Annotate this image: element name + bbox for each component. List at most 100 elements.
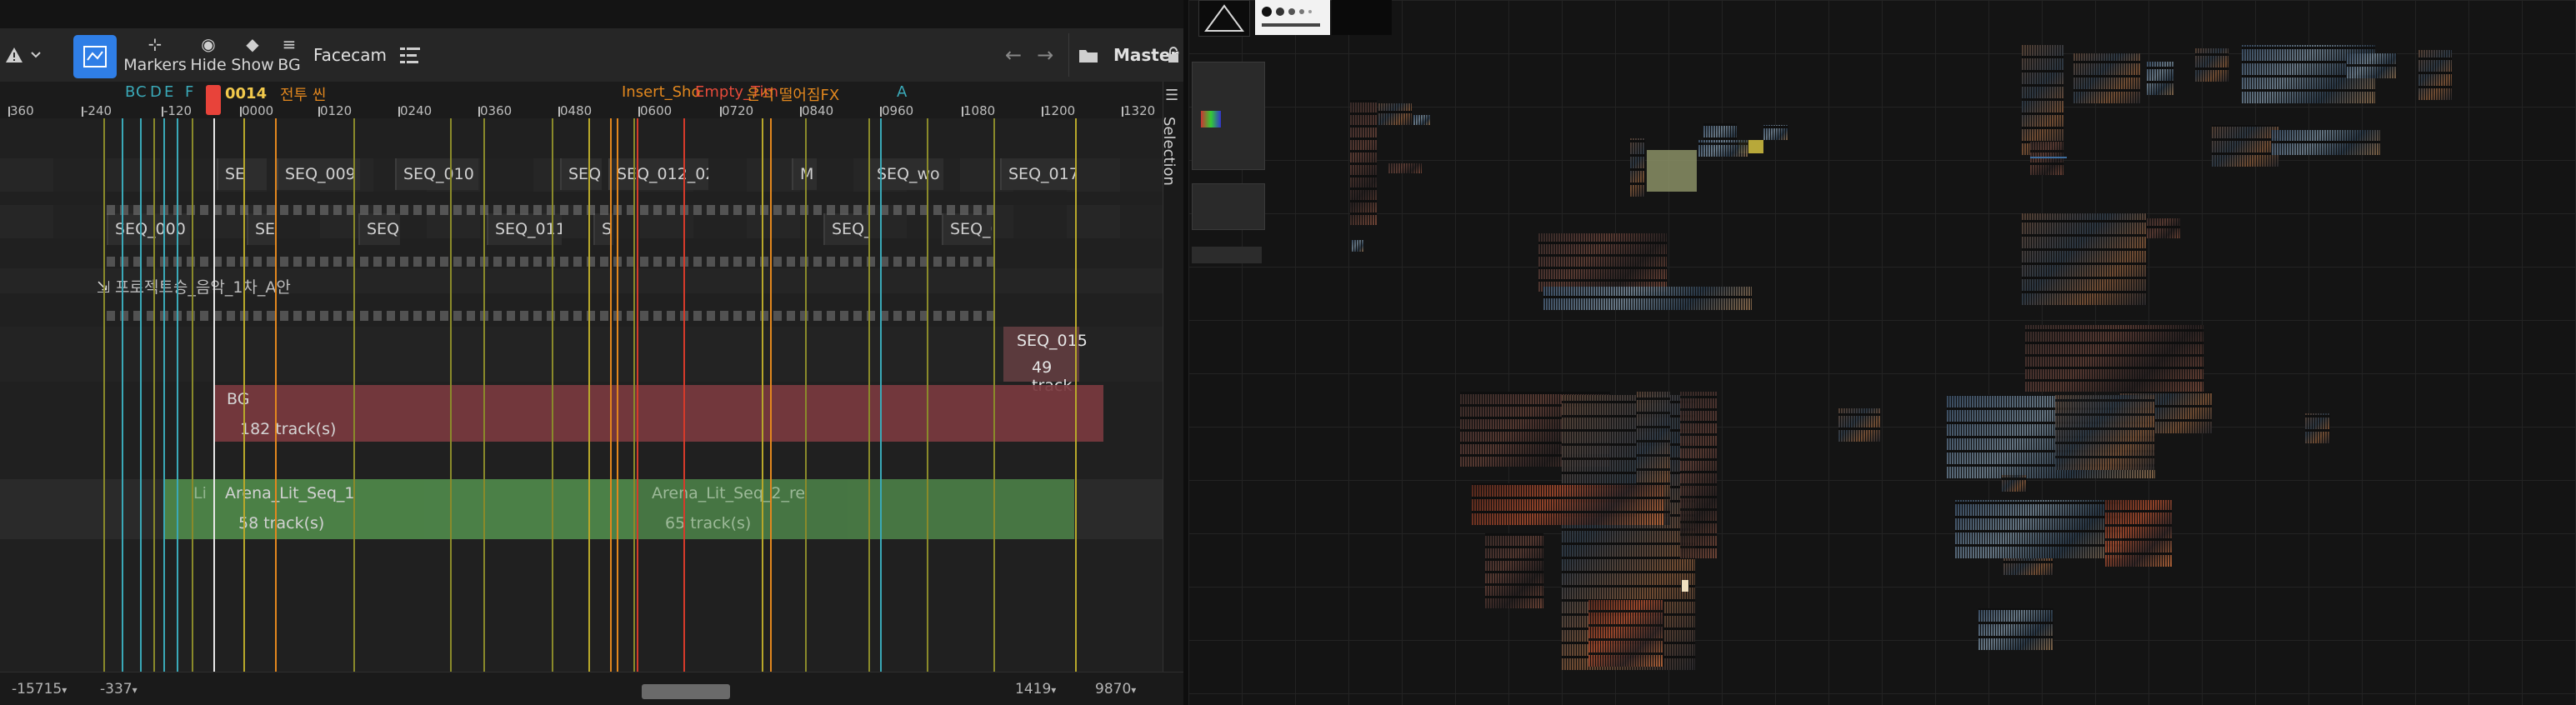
marker-label[interactable]: F <box>185 83 193 101</box>
screenshot-node[interactable] <box>1192 62 1265 170</box>
image-cluster[interactable] <box>2347 53 2397 78</box>
marker-line <box>1075 118 1077 672</box>
shot-section[interactable]: SEQ_009 <box>277 158 360 190</box>
lock-button[interactable] <box>1167 28 1180 82</box>
shot-section[interactable]: SEQ_010 <box>395 158 478 190</box>
image-cluster[interactable] <box>2212 125 2278 167</box>
image-cluster[interactable] <box>1838 408 1880 442</box>
shot-section[interactable]: SEQ <box>560 158 602 190</box>
hide-button[interactable]: ◉ Hide <box>188 28 228 82</box>
working-range-start[interactable]: -337▾ <box>100 681 138 698</box>
bg-section[interactable]: BG 182 track(s) <box>213 385 1103 442</box>
image-cluster[interactable] <box>1955 500 2122 558</box>
marker-label[interactable]: 운석 떨어짐FX <box>747 83 839 105</box>
image-cluster[interactable] <box>1472 483 1663 525</box>
shot-section[interactable]: SE <box>247 213 277 245</box>
image-cluster[interactable] <box>2272 130 2380 155</box>
arrow-left-icon[interactable]: ← <box>1005 43 1022 67</box>
image-cluster[interactable] <box>2022 213 2147 305</box>
image-cluster[interactable] <box>2055 395 2155 470</box>
marker-label[interactable]: B <box>125 83 135 101</box>
top-strip <box>0 0 1183 28</box>
playhead-handle[interactable] <box>206 85 221 115</box>
marker-label[interactable]: A <box>897 83 907 101</box>
warning-dropdown[interactable] <box>5 28 42 82</box>
seq015-section[interactable]: SEQ_015 49 track <box>1003 327 1088 395</box>
image-cluster[interactable] <box>1543 287 1752 310</box>
shot-section[interactable]: SEQ_017 <box>1000 158 1075 190</box>
image-cluster[interactable] <box>1413 115 1430 125</box>
ruler-tick-label: -120 <box>163 103 193 118</box>
marker-line <box>868 118 870 672</box>
graph-canvas[interactable] <box>1188 0 2576 705</box>
image-cluster[interactable] <box>1680 392 1717 558</box>
screenshot-node[interactable] <box>1192 183 1265 230</box>
image-cluster[interactable] <box>1763 125 1788 140</box>
image-cluster[interactable] <box>2147 218 2180 238</box>
image-cluster[interactable] <box>2418 50 2452 100</box>
shot-section[interactable]: M <box>792 158 817 190</box>
image-cluster[interactable] <box>1352 240 1363 252</box>
selection-tab[interactable]: Selection <box>1160 117 1178 186</box>
marker-label[interactable]: D <box>150 83 162 101</box>
text-note-cluster[interactable] <box>1647 150 1697 192</box>
image-cluster[interactable] <box>2105 500 2172 567</box>
show-button[interactable]: ◆ Show <box>231 28 273 82</box>
marker-label[interactable]: 전투 씬 <box>280 83 326 105</box>
facecam-button[interactable]: Facecam <box>313 28 387 82</box>
ruler-tick-label: 0480 <box>560 103 593 118</box>
image-cluster[interactable] <box>1378 103 1412 125</box>
image-cluster[interactable] <box>2030 142 2063 175</box>
image-cluster[interactable] <box>2195 48 2228 82</box>
image-cluster[interactable] <box>1350 100 1377 225</box>
marker-label[interactable]: E <box>164 83 173 101</box>
shot-section[interactable]: SEQ_0 <box>942 213 992 245</box>
cinematic-viewport-button[interactable] <box>73 35 117 78</box>
image-cluster[interactable] <box>1485 533 1543 608</box>
image-cluster[interactable] <box>1698 140 1748 157</box>
marker-label[interactable]: C <box>136 83 147 101</box>
view-range-start[interactable]: -15715▾ <box>12 681 67 698</box>
marker-line <box>163 118 165 672</box>
bg-button[interactable]: ≡ BG <box>275 28 303 82</box>
image-cluster[interactable] <box>2025 325 2203 392</box>
image-cluster[interactable] <box>1388 163 1422 173</box>
marker-line <box>588 118 590 672</box>
shot-section[interactable]: SEQ <box>358 213 400 245</box>
view-range-end[interactable]: 9870▾ <box>1095 681 1136 698</box>
image-cluster[interactable] <box>2003 558 2053 575</box>
image-cluster[interactable] <box>2002 475 2027 492</box>
shot-section[interactable]: SEQ_012_02 <box>608 158 708 190</box>
brush-reference-thumbnail[interactable] <box>1255 0 1330 35</box>
marker-label[interactable]: Insert_Sho <box>622 83 700 101</box>
ruler-tick-label: 1320 <box>1123 103 1156 118</box>
arena1-section[interactable]: Li Arena_Lit_Seq_1 58 track(s) <box>163 479 638 539</box>
image-cluster[interactable] <box>2147 62 2173 95</box>
markers-button[interactable]: ⊹ Markers <box>123 28 187 82</box>
hide-icon: ◉ <box>201 34 216 54</box>
shot-section[interactable]: SEQ_0 <box>823 213 870 245</box>
image-cluster[interactable] <box>2305 413 2330 443</box>
image-cluster[interactable] <box>2022 45 2063 155</box>
reference-thumbnail[interactable] <box>1198 0 1250 37</box>
screenshot-node-small[interactable] <box>1192 247 1262 263</box>
timeline-scrollbar-thumb[interactable] <box>642 684 730 699</box>
arrow-right-icon[interactable]: → <box>1037 43 1053 67</box>
shot-section[interactable]: SE <box>217 158 267 190</box>
working-range-end[interactable]: 1419▾ <box>1015 681 1056 698</box>
image-cluster[interactable] <box>2073 53 2140 103</box>
track-options-button[interactable] <box>398 28 422 82</box>
arena2-section[interactable]: Arena_Lit_Seq_2_re 65 track(s) <box>638 479 1074 539</box>
image-cluster[interactable] <box>1978 608 2053 650</box>
sliders-icon[interactable]: ☰ <box>1165 87 1178 104</box>
marker-line <box>103 118 105 672</box>
master-sequence-button[interactable]: Master <box>1078 28 1178 82</box>
image-cluster[interactable] <box>1588 600 1663 667</box>
dark-reference-thumbnail[interactable] <box>1332 0 1392 35</box>
shot-section[interactable]: SEQ_011 <box>487 213 562 245</box>
marker-line <box>177 118 178 672</box>
ruler-tick-label: 0000 <box>242 103 274 118</box>
highlight-thumbnail[interactable] <box>1682 580 1688 592</box>
image-cluster[interactable] <box>1630 138 1645 197</box>
image-cluster[interactable] <box>1538 233 1667 292</box>
